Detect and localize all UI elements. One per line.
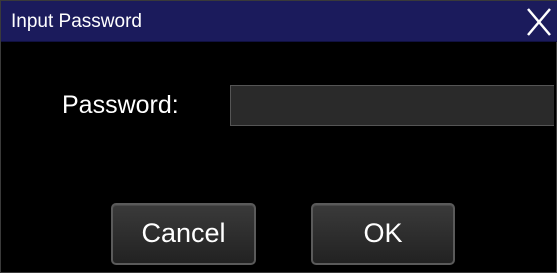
cancel-button[interactable]: Cancel	[111, 203, 256, 265]
password-label: Password:	[62, 91, 179, 119]
close-button[interactable]	[518, 1, 557, 42]
close-icon	[527, 8, 551, 36]
ok-button[interactable]: OK	[311, 203, 455, 265]
password-input[interactable]	[230, 85, 554, 126]
dialog-title: Input Password	[11, 11, 142, 32]
password-dialog: Input Password Password: Cancel OK	[0, 0, 557, 273]
titlebar: Input Password	[1, 1, 557, 42]
